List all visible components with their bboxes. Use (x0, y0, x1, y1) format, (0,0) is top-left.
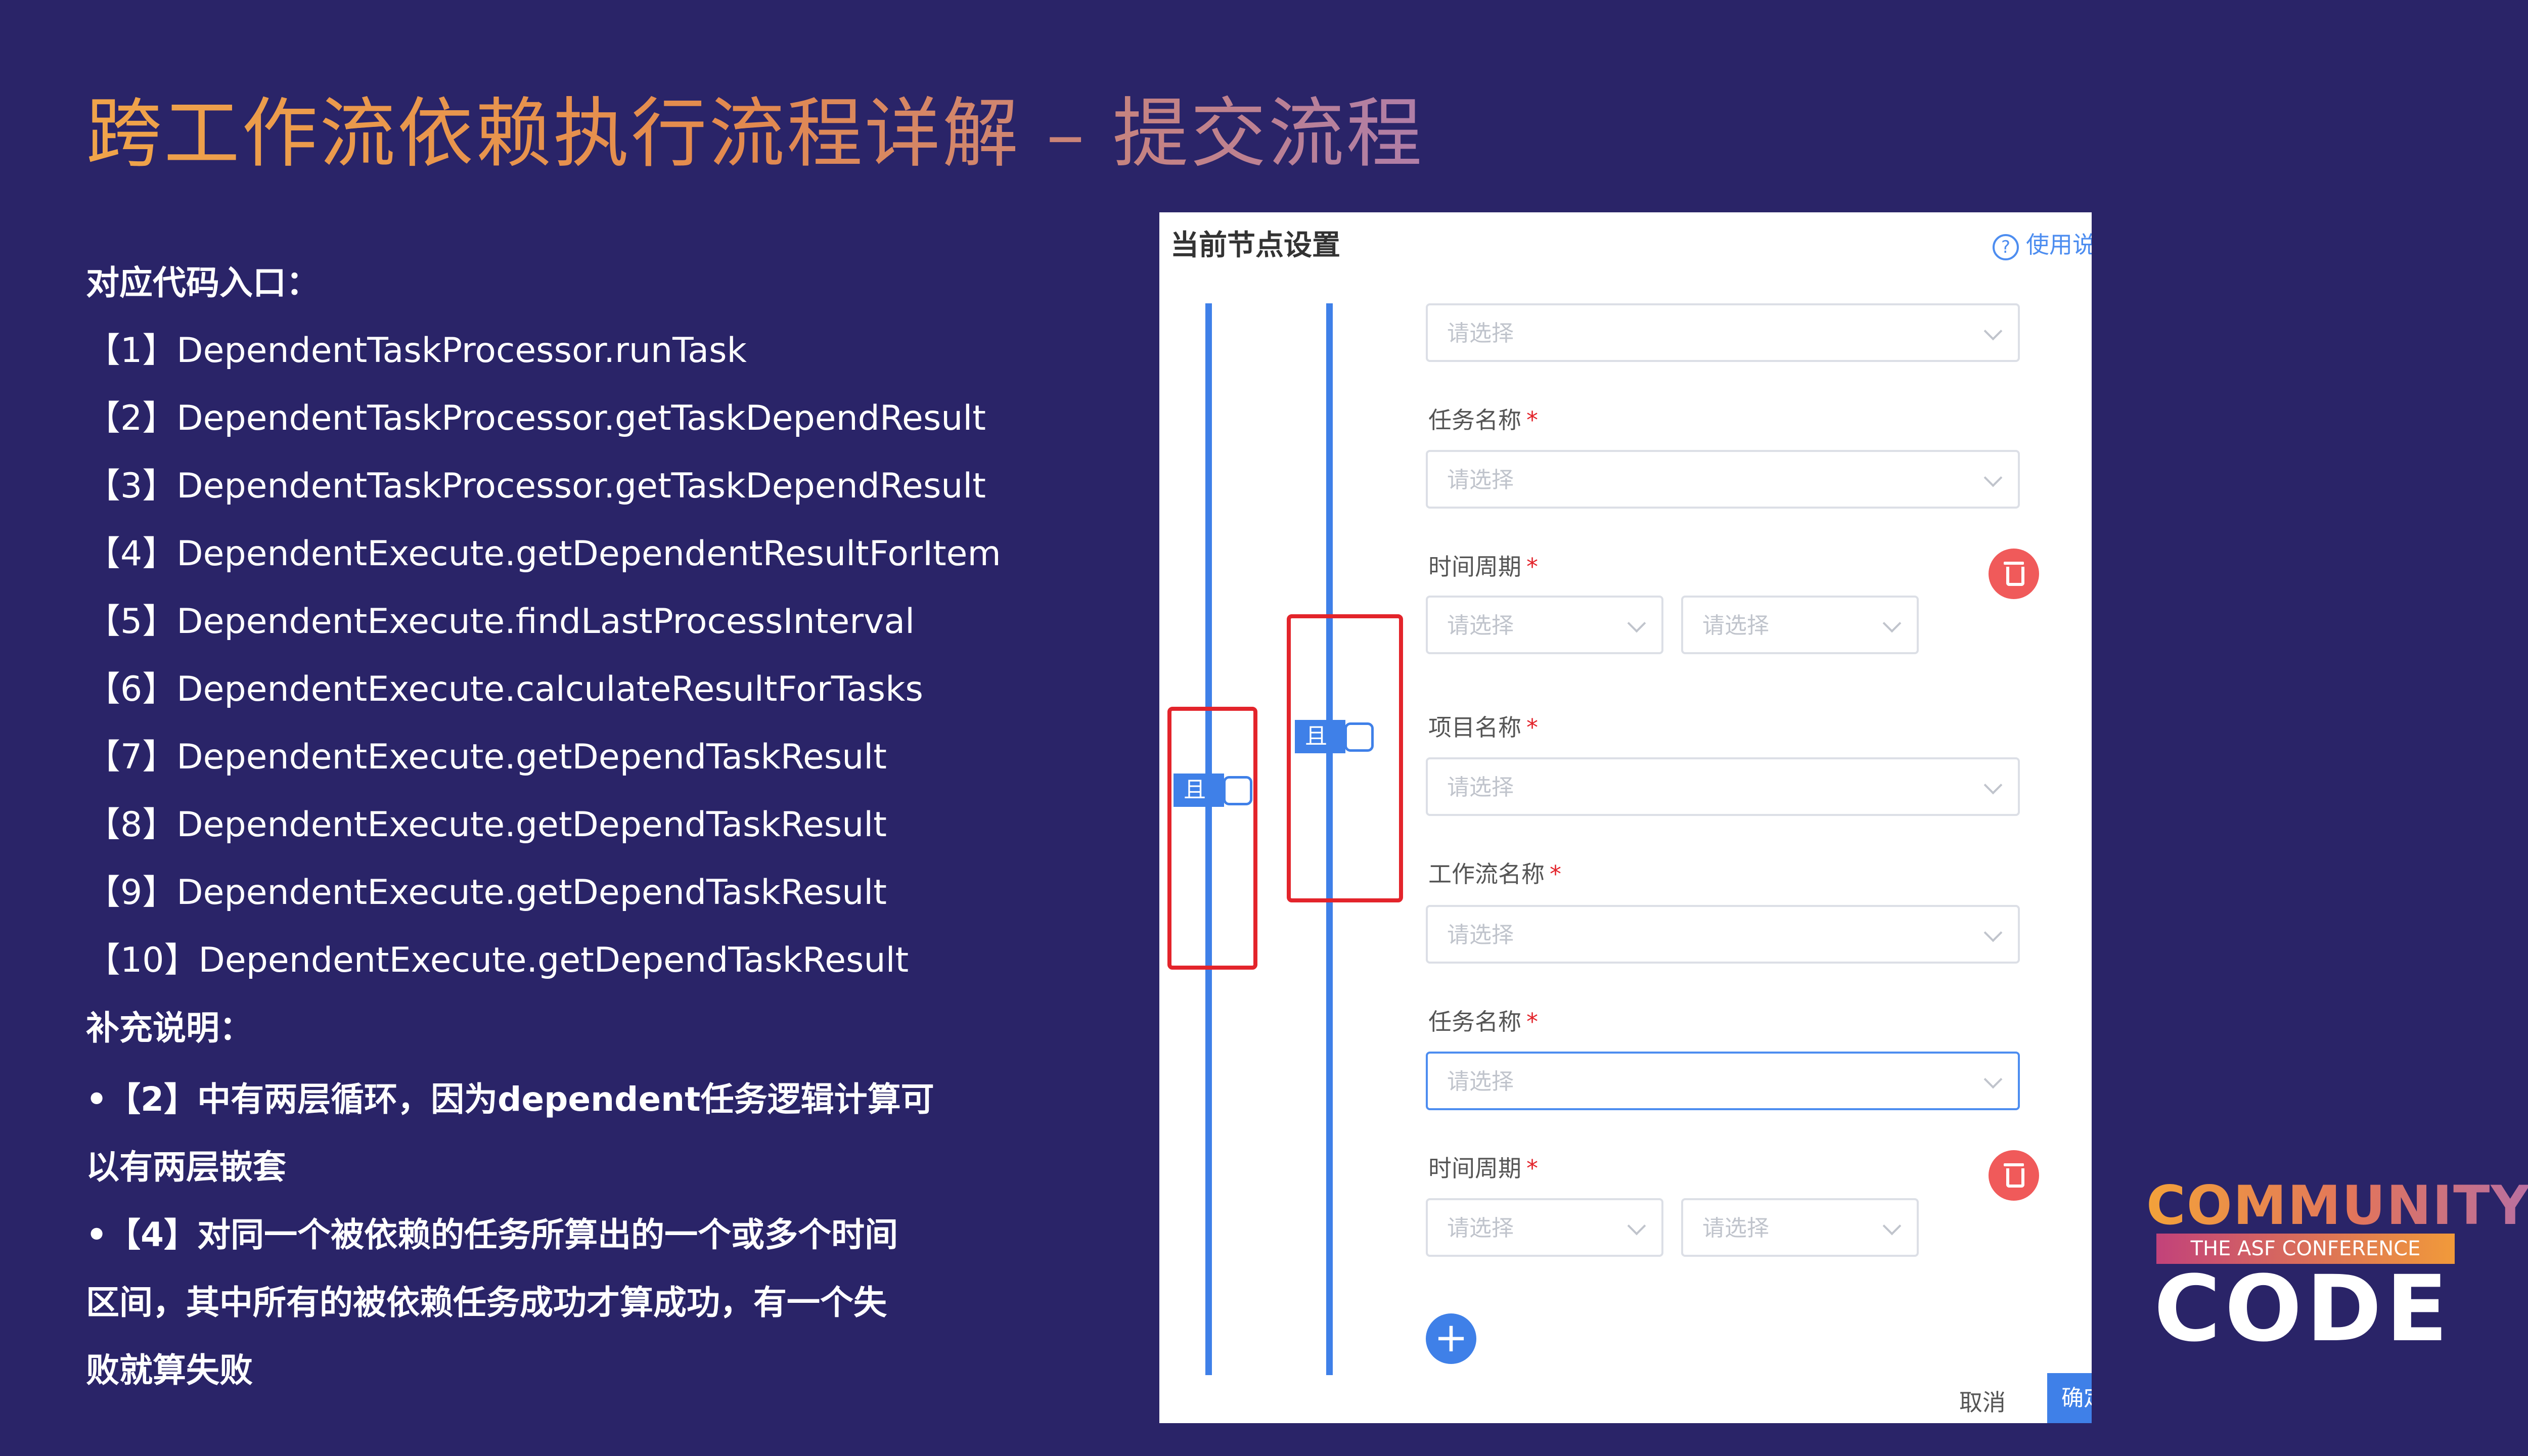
label-text: 工作流名称 (1428, 860, 1545, 888)
code-entry-4: 【4】DependentExecute.getDependentResultFo… (86, 534, 1001, 574)
time-period-value-select[interactable]: 请选择 (1681, 1198, 1919, 1257)
code-entry-9: 【9】DependentExecute.getDependTaskResult (86, 873, 887, 913)
select-placeholder: 请选择 (1447, 922, 1514, 948)
help-label: 使用说明 (2026, 231, 2092, 258)
select-dropdown[interactable]: 请选择 (1426, 303, 2020, 362)
required-mark: * (1550, 860, 1561, 888)
code-entry-1: 【1】DependentTaskProcessor.runTask (86, 331, 747, 371)
code-entry-list: 对应代码入口： 【1】DependentTaskProcessor.runTas… (86, 253, 1117, 1404)
select-placeholder: 请选择 (1702, 1215, 1769, 1241)
chevron-down-icon (1882, 614, 1902, 633)
chevron-down-icon (1983, 776, 2003, 795)
time-period-value-select[interactable]: 请选择 (1681, 596, 1919, 654)
time-period-unit-select[interactable]: 请选择 (1426, 1198, 1663, 1257)
delete-dependency-button[interactable] (1989, 1150, 2039, 1201)
and-badge: 且 (1173, 774, 1224, 807)
trash-icon (2006, 567, 2024, 586)
logo-code-text: CODE (2154, 1256, 2452, 1362)
outer-relation-highlight (1167, 707, 1257, 970)
label-time-period: 时间周期 * (1428, 549, 1538, 582)
note-line: •【4】对同一个被依赖的任务所算出的一个或多个时间 (86, 1215, 898, 1254)
and-switch[interactable] (1344, 722, 1374, 752)
label-project-name: 项目名称 * (1428, 709, 1538, 743)
note-line: 区间，其中所有的被依赖任务成功才算成功，有一个失 (86, 1283, 887, 1322)
notes-heading: 补充说明： (86, 1009, 253, 1048)
label-text: 时间周期 (1428, 553, 1521, 580)
select-placeholder: 请选择 (1702, 613, 1769, 639)
note-line: •【2】中有两层循环，因为dependent任务逻辑计算可 (86, 1080, 934, 1119)
code-entry-7: 【7】DependentExecute.getDependTaskResult (86, 737, 887, 777)
outer-and-toggle[interactable]: 且 (1173, 774, 1254, 807)
question-icon: ? (1993, 234, 2019, 260)
delete-dependency-button[interactable] (1989, 549, 2039, 599)
code-entry-3: 【3】DependentTaskProcessor.getTaskDependR… (86, 466, 986, 506)
trash-icon (2004, 1163, 2024, 1166)
label-workflow-name: 工作流名称 * (1428, 856, 1561, 889)
note-line: 败就算失败 (86, 1351, 253, 1390)
chevron-down-icon (1983, 322, 2003, 341)
label-time-period: 时间周期 * (1428, 1150, 1538, 1184)
chevron-down-icon (1882, 1216, 1902, 1236)
inner-and-toggle[interactable]: 且 (1295, 720, 1376, 753)
confirm-button[interactable]: 确定 (2047, 1373, 2092, 1423)
required-mark: * (1526, 406, 1538, 434)
required-mark: * (1526, 1008, 1538, 1035)
select-placeholder: 请选择 (1447, 775, 1514, 800)
add-dependency-button[interactable]: + (1426, 1313, 1476, 1364)
workflow-name-select[interactable]: 请选择 (1426, 905, 2020, 964)
trash-icon (2006, 1168, 2024, 1188)
and-switch[interactable] (1223, 776, 1252, 805)
code-entry-8: 【8】DependentExecute.getDependTaskResult (86, 805, 887, 845)
project-name-select[interactable]: 请选择 (1426, 757, 2020, 816)
inner-relation-highlight (1287, 614, 1403, 902)
chevron-down-icon (1983, 923, 2003, 942)
label-task-name: 任务名称 * (1428, 402, 1538, 435)
code-entry-5: 【5】DependentExecute.findLastProcessInter… (86, 602, 915, 642)
select-placeholder: 请选择 (1447, 467, 1514, 493)
select-placeholder: 请选择 (1447, 321, 1514, 346)
select-placeholder: 请选择 (1447, 1215, 1514, 1241)
and-badge: 且 (1295, 720, 1345, 753)
required-mark: * (1526, 1155, 1538, 1182)
help-link[interactable]: ? 使用说明 (1993, 226, 2092, 260)
code-entry-6: 【6】DependentExecute.calculateResultForTa… (86, 669, 923, 709)
label-text: 任务名称 (1428, 406, 1521, 434)
chevron-down-icon (1627, 614, 1646, 633)
node-settings-panel: 当前节点设置 ?使用说明 且 且 请选择 任务名称* 请选择 时间周期* 请选择… (1159, 212, 2092, 1423)
code-entry-heading: 对应代码入口： (86, 263, 320, 302)
chevron-down-icon (1983, 468, 2003, 487)
chevron-down-icon (1627, 1216, 1646, 1236)
chevron-down-icon (1983, 1070, 2003, 1089)
logo-community-text: COMMUNITY (2146, 1173, 2528, 1239)
slide-title: 跨工作流依赖执行流程详解 – 提交流程 (86, 76, 1424, 192)
label-text: 时间周期 (1428, 1155, 1521, 1182)
trash-icon (2004, 562, 2024, 565)
note-line: 以有两层嵌套 (86, 1148, 286, 1187)
label-text: 任务名称 (1428, 1008, 1521, 1035)
panel-title: 当前节点设置 (1170, 229, 1340, 262)
code-entry-2: 【2】DependentTaskProcessor.getTaskDependR… (86, 398, 986, 438)
required-mark: * (1526, 553, 1538, 580)
label-task-name: 任务名称 * (1428, 1004, 1538, 1037)
code-entry-10: 【10】DependentExecute.getDependTaskResult (86, 940, 909, 980)
select-placeholder: 请选择 (1447, 613, 1514, 639)
community-over-code-logo: COMMUNITY THE ASF CONFERENCE CODE (2134, 1173, 2528, 1360)
task-name-select[interactable]: 请选择 (1426, 1052, 2020, 1110)
time-period-unit-select[interactable]: 请选择 (1426, 596, 1663, 654)
select-placeholder: 请选择 (1447, 1069, 1514, 1095)
required-mark: * (1526, 714, 1538, 741)
cancel-button[interactable]: 取消 (1959, 1384, 2006, 1418)
notes-body: •【2】中有两层循环，因为dependent任务逻辑计算可 以有两层嵌套 •【4… (86, 1066, 1117, 1404)
task-name-select[interactable]: 请选择 (1426, 450, 2020, 509)
label-text: 项目名称 (1428, 714, 1521, 741)
